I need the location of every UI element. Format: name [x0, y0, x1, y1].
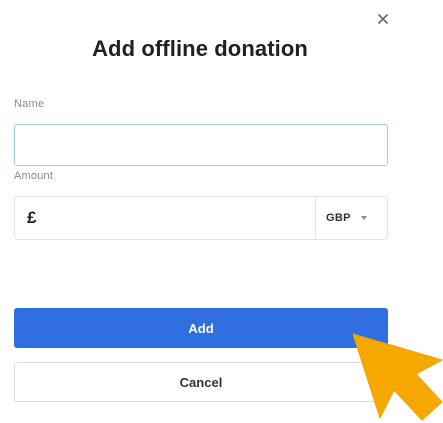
amount-field: £ GBP	[14, 196, 388, 240]
dialog-title: Add offline donation	[92, 36, 308, 61]
close-button[interactable]	[372, 8, 394, 30]
amount-label: Amount	[14, 170, 54, 182]
currency-symbol: £	[27, 208, 37, 227]
cancel-button[interactable]: Cancel	[14, 362, 388, 402]
currency-code: GBP	[326, 212, 351, 224]
close-icon	[378, 14, 388, 24]
name-input[interactable]	[14, 124, 388, 166]
add-offline-donation-dialog: Add offline donation Name Amount £ GBP A…	[0, 0, 443, 423]
cursor-arrow-icon	[352, 333, 443, 421]
currency-select[interactable]: GBP	[315, 197, 387, 239]
name-label: Name	[14, 98, 45, 110]
amount-input[interactable]	[57, 197, 315, 239]
chevron-down-icon	[360, 216, 367, 220]
add-button[interactable]: Add	[14, 308, 388, 348]
